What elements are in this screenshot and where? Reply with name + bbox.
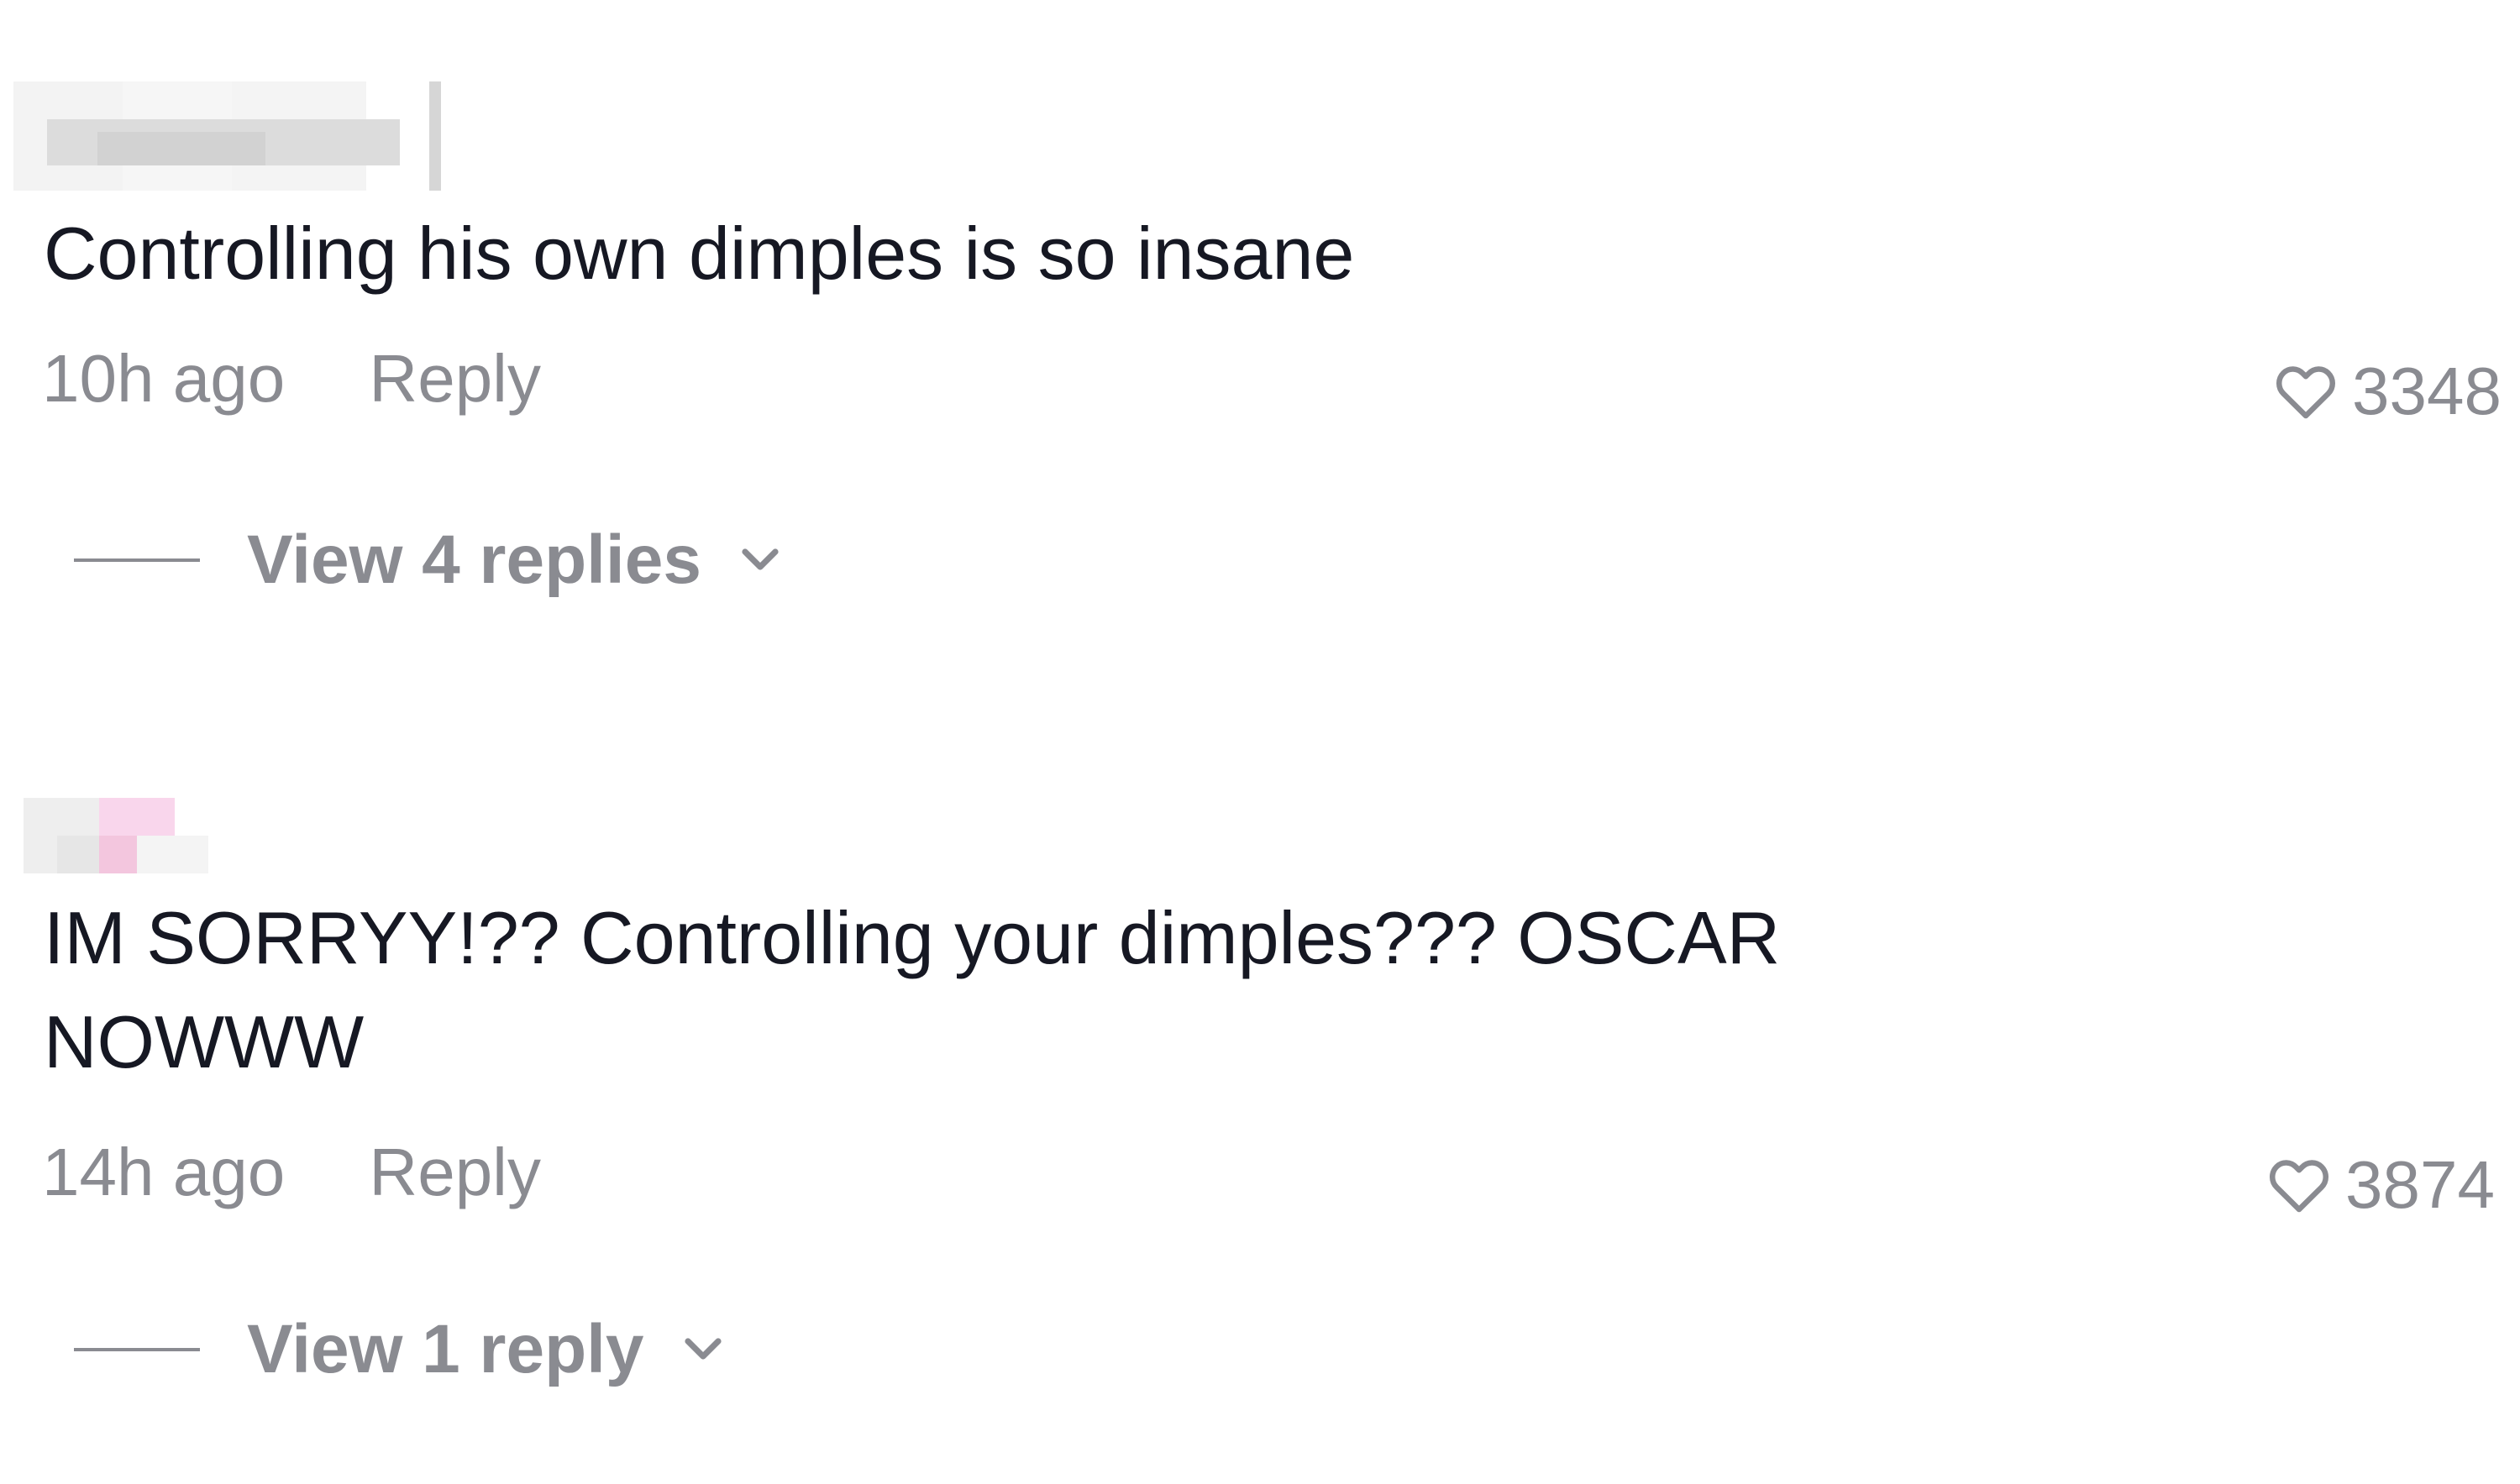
heart-outline-icon — [2276, 366, 2336, 419]
view-replies-label: View 4 replies — [247, 522, 701, 598]
comment-meta: 10h ago Reply — [42, 340, 541, 417]
view-replies-button[interactable]: View 4 replies — [74, 521, 785, 600]
reply-button[interactable]: Reply — [369, 1135, 541, 1209]
comment-meta: 14h ago Reply — [42, 1134, 541, 1211]
reply-button[interactable]: Reply — [369, 341, 541, 416]
view-replies-label: View 1 reply — [247, 1311, 644, 1387]
comment-timestamp: 14h ago — [42, 1135, 286, 1209]
view-replies-button[interactable]: View 1 reply — [74, 1310, 728, 1389]
reply-thread-line — [74, 558, 200, 562]
reply-thread-line — [74, 1348, 200, 1351]
chevron-down-icon — [684, 1338, 722, 1360]
like-count: 3348 — [2352, 354, 2502, 428]
chevron-down-icon — [742, 548, 779, 570]
like-button[interactable]: 3348 — [2271, 353, 2502, 430]
comment-timestamp: 10h ago — [42, 341, 286, 416]
like-button[interactable]: 3874 — [2265, 1146, 2495, 1224]
heart-outline-icon — [2270, 1160, 2329, 1213]
username-redacted — [13, 81, 442, 191]
comment-text: Controlling his own dimples is so insane — [44, 212, 1355, 295]
username-redacted — [24, 798, 208, 873]
like-count: 3874 — [2345, 1147, 2495, 1222]
comment-text: IM SORRYY!?? Controlling your dimples???… — [44, 896, 1781, 1083]
